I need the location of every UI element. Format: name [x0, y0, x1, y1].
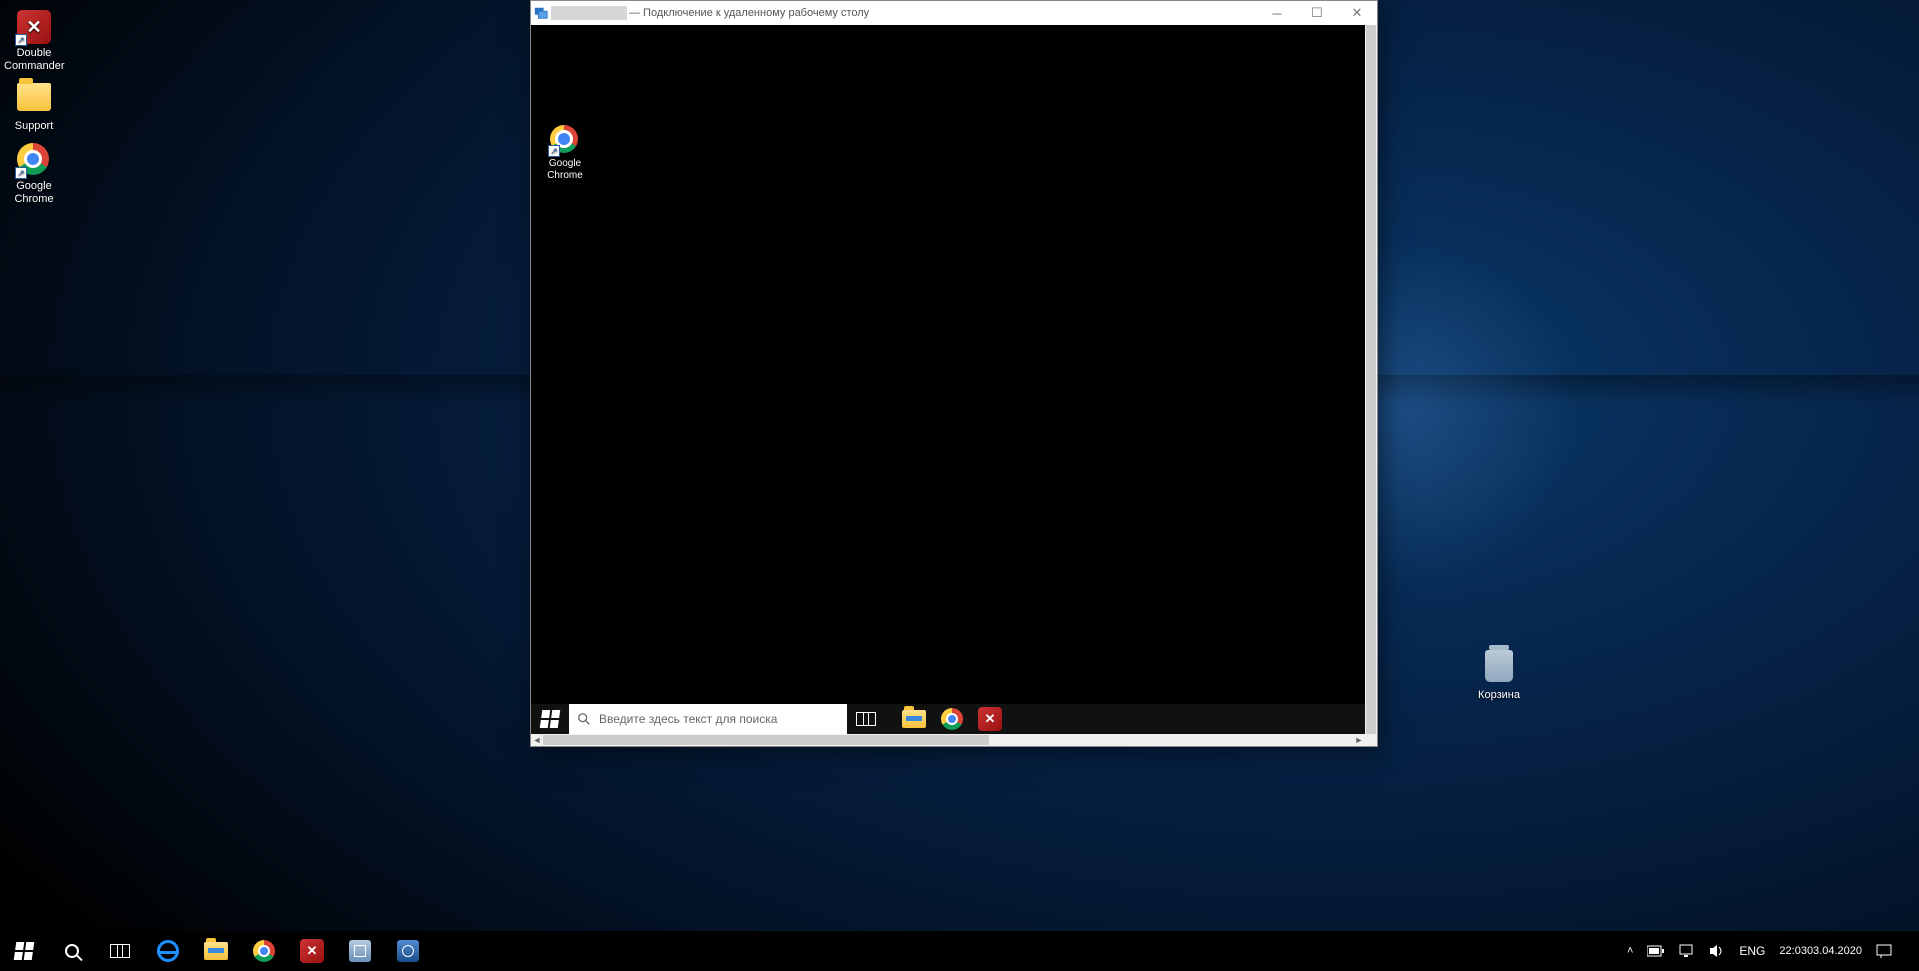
minimize-button[interactable]: ─: [1257, 1, 1297, 25]
desktop-icon-label: Корзина: [1469, 689, 1529, 701]
remote-search-box[interactable]: Введите здесь текст для поиска: [569, 704, 847, 734]
desktop-icon-label: Google Chrome: [4, 180, 64, 206]
remote-desktop-viewport[interactable]: Google Chrome Введите здесь текст для по…: [531, 25, 1365, 734]
tray-time: 22:03: [1779, 945, 1807, 958]
maximize-button[interactable]: ☐: [1297, 1, 1337, 25]
desktop-icon-chrome[interactable]: Google Chrome: [4, 143, 64, 206]
remote-taskbar-chrome[interactable]: [933, 704, 971, 734]
start-button[interactable]: [0, 931, 48, 971]
shortcut-arrow-icon: [548, 145, 560, 157]
tray-date: 03.04.2020: [1807, 945, 1862, 958]
windows-logo-icon: [540, 710, 561, 728]
remote-taskbar-explorer[interactable]: [895, 704, 933, 734]
rdp-icon: [397, 940, 419, 962]
file-explorer-icon: [204, 942, 228, 960]
chrome-icon: [253, 940, 275, 962]
desktop-icon-support[interactable]: Support: [4, 83, 64, 133]
remote-icon-chrome[interactable]: Google Chrome: [539, 125, 591, 182]
double-commander-icon: ✕: [978, 707, 1002, 731]
host-desktop-icons: ✕ Double Commander Support Google Chrome: [4, 10, 70, 216]
scroll-left-button[interactable]: ◄: [531, 734, 543, 746]
taskbar-explorer[interactable]: [192, 931, 240, 971]
taskbar-chrome[interactable]: [240, 931, 288, 971]
system-tray: ˄ ENG 22:03 03.04.2020: [1624, 931, 1919, 971]
search-icon: [65, 944, 79, 958]
remote-taskbar-double-commander[interactable]: ✕: [971, 704, 1009, 734]
search-icon: [577, 712, 591, 726]
remote-start-button[interactable]: [531, 704, 569, 734]
taskbar-rdp[interactable]: [384, 931, 432, 971]
double-commander-icon: ✕: [300, 939, 324, 963]
rdp-vertical-scrollbar[interactable]: [1365, 25, 1377, 734]
show-desktop-button[interactable]: [1903, 931, 1909, 971]
window-title: — Подключение к удаленному рабочему стол…: [629, 7, 1257, 19]
desktop-icon-label: Google Chrome: [539, 158, 591, 182]
shortcut-arrow-icon: [15, 34, 27, 46]
tray-overflow-button[interactable]: ˄: [1624, 931, 1636, 971]
rdp-app-icon: [531, 6, 551, 20]
tray-action-center[interactable]: [1873, 931, 1895, 971]
server-manager-icon: [349, 940, 371, 962]
desktop-icon-label: Support: [4, 120, 64, 133]
internet-explorer-icon: [157, 940, 179, 962]
tray-network-icon[interactable]: [1676, 931, 1698, 971]
desktop-icon-recycle-bin[interactable]: Корзина: [1469, 650, 1529, 701]
chrome-icon: [941, 708, 963, 730]
remote-task-view-button[interactable]: [847, 704, 885, 734]
recycle-bin-icon: [1485, 650, 1513, 682]
scroll-right-button[interactable]: ►: [1353, 734, 1365, 746]
task-view-icon: [110, 944, 130, 958]
taskbar-double-commander[interactable]: ✕: [288, 931, 336, 971]
scrollbar-track[interactable]: [543, 734, 1353, 746]
task-view-button[interactable]: [96, 931, 144, 971]
redacted-hostname: [551, 6, 627, 20]
search-button[interactable]: [48, 931, 96, 971]
shortcut-arrow-icon: [15, 167, 27, 179]
host-taskbar: ✕ ˄ ENG 22:03 03.04.2020: [0, 931, 1919, 971]
tray-language[interactable]: ENG: [1736, 931, 1768, 971]
scrollbar-thumb[interactable]: [1366, 25, 1376, 734]
tray-volume-icon[interactable]: [1706, 931, 1728, 971]
remote-taskbar: Введите здесь текст для поиска ✕: [531, 704, 1365, 734]
desktop-icon-double-commander[interactable]: ✕ Double Commander: [4, 10, 64, 73]
tray-clock[interactable]: 22:03 03.04.2020: [1776, 931, 1865, 971]
scroll-corner: [1365, 734, 1377, 746]
windows-logo-icon: [14, 942, 35, 960]
task-view-icon: [856, 712, 876, 726]
scrollbar-thumb[interactable]: [543, 735, 989, 745]
close-button[interactable]: ✕: [1337, 1, 1377, 25]
tray-battery-icon[interactable]: [1644, 931, 1668, 971]
remote-search-placeholder: Введите здесь текст для поиска: [599, 712, 777, 726]
rdp-horizontal-scrollbar[interactable]: ◄ ►: [531, 734, 1365, 746]
desktop-icon-label: Double Commander: [4, 47, 64, 73]
rdp-body: Google Chrome Введите здесь текст для по…: [531, 25, 1377, 746]
remote-desktop-icons: Google Chrome: [539, 125, 591, 192]
taskbar-server-manager[interactable]: [336, 931, 384, 971]
rdp-window: — Подключение к удаленному рабочему стол…: [530, 0, 1378, 747]
folder-icon: [17, 83, 51, 111]
file-explorer-icon: [902, 710, 926, 728]
rdp-titlebar[interactable]: — Подключение к удаленному рабочему стол…: [531, 1, 1377, 25]
taskbar-ie[interactable]: [144, 931, 192, 971]
